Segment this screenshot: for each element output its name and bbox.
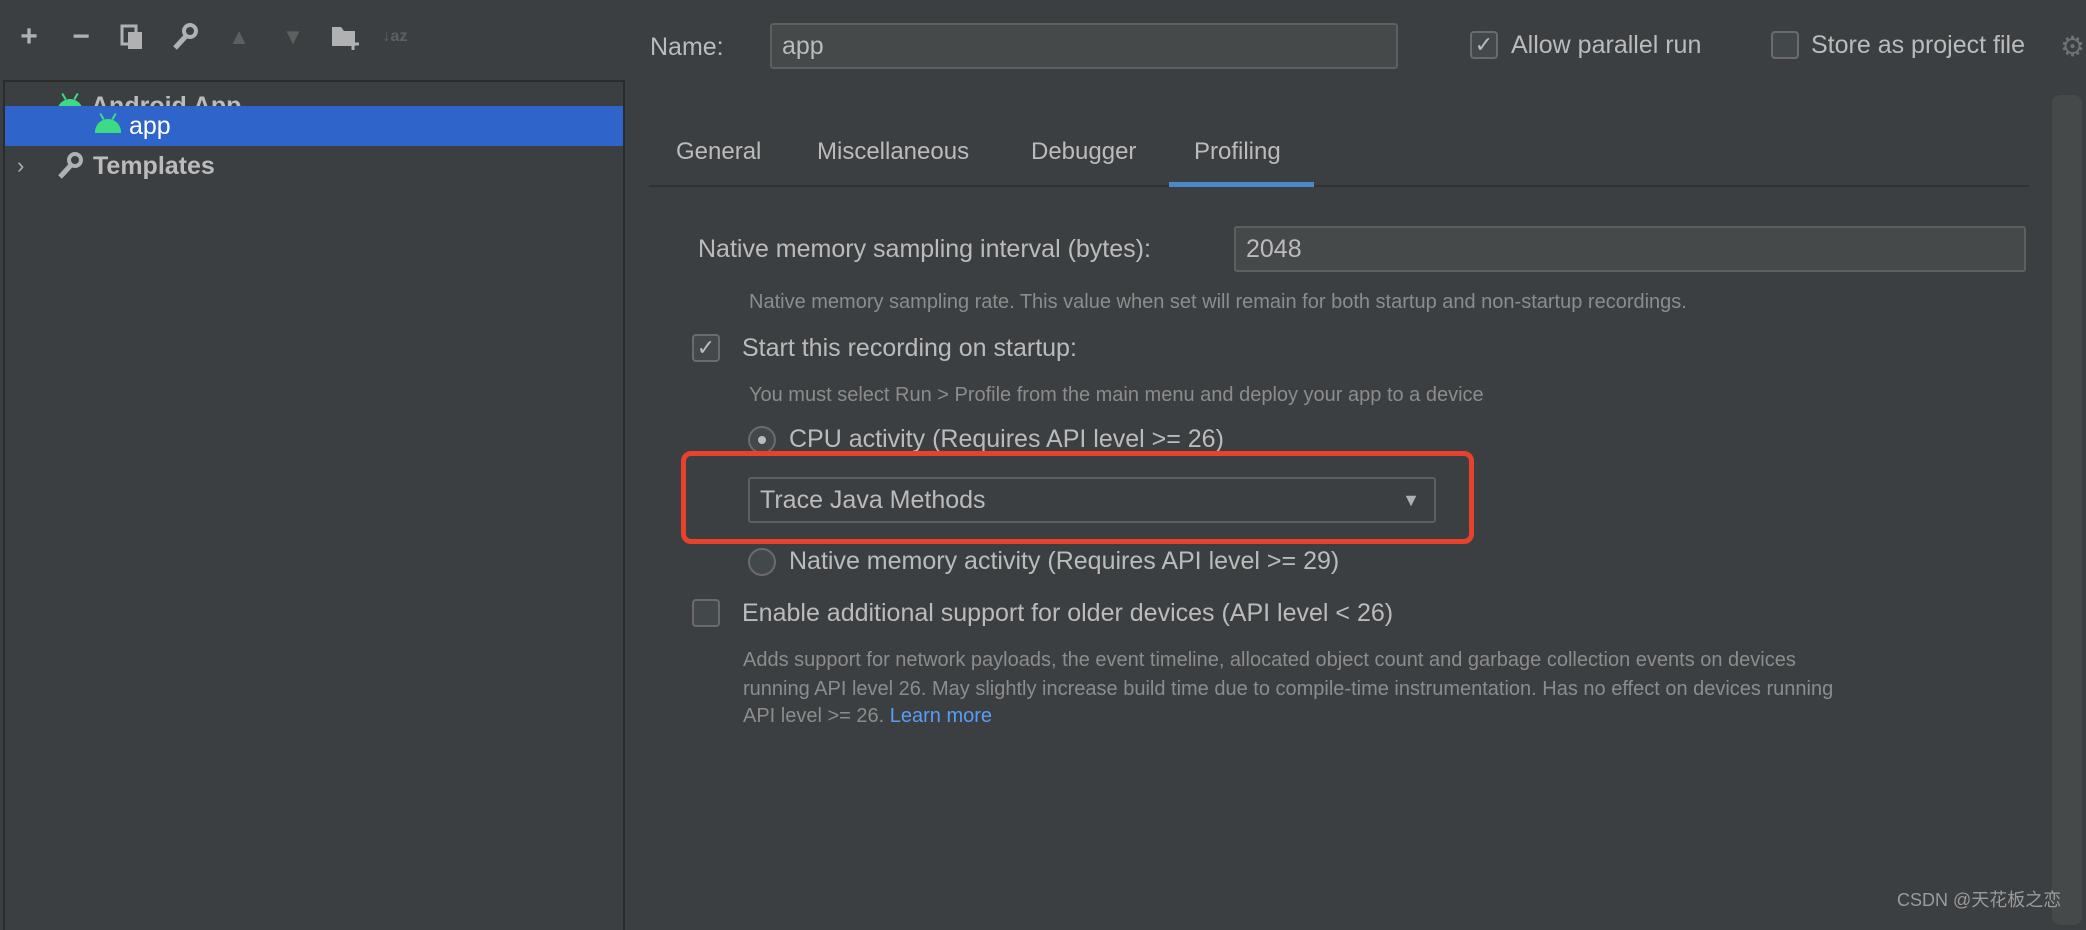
older-help-line: API level >= 26. Learn more [743,702,992,730]
store-project-label: Store as project file [1811,31,2025,59]
active-tab-indicator [1169,182,1314,187]
older-help-text: API level >= 26. [743,705,885,727]
native-interval-help: Native memory sampling rate. This value … [749,291,1687,313]
tab-profiling[interactable]: Profiling [1194,138,1281,166]
trace-method-select[interactable]: Trace Java Methods ▼ [748,477,1436,523]
tab-divider [649,185,2029,187]
tab-miscellaneous[interactable]: Miscellaneous [817,138,969,166]
cpu-activity-radio[interactable] [748,426,776,454]
startup-label: Start this recording on startup: [742,334,1077,362]
native-memory-radio[interactable] [748,548,776,576]
allow-parallel-label: Allow parallel run [1511,31,1702,59]
add-icon[interactable]: + [12,20,46,54]
cpu-activity-label: CPU activity (Requires API level >= 26) [789,425,1224,453]
older-devices-checkbox[interactable] [692,599,720,627]
sort-az-icon[interactable]: ↓az [378,20,412,54]
learn-more-link[interactable]: Learn more [890,705,992,727]
scrollbar[interactable] [2052,95,2082,925]
copy-icon[interactable] [115,20,149,54]
native-memory-label: Native memory activity (Requires API lev… [789,547,1340,575]
native-interval-input[interactable]: 2048 [1234,226,2026,272]
gear-icon[interactable]: ⚙ [2060,30,2085,63]
tree-group-templates[interactable]: › Templates [5,146,623,186]
remove-icon[interactable]: − [64,20,98,54]
wrench-icon[interactable] [168,20,202,54]
dropdown-arrow-icon: ▼ [1402,489,1420,510]
tab-debugger[interactable]: Debugger [1031,138,1136,166]
older-help-line: running API level 26. May slightly incre… [743,678,1834,700]
older-help-line: Adds support for network payloads, the e… [743,649,1796,671]
wrench-icon [58,152,83,179]
native-interval-label: Native memory sampling interval (bytes): [698,235,1151,263]
run-config-tree: ⌄ Android App app › Templates [3,80,625,930]
name-input[interactable]: app [770,23,1398,69]
tab-general[interactable]: General [676,138,761,166]
trace-method-value: Trace Java Methods [760,485,986,514]
move-up-icon[interactable]: ▲ [222,20,256,54]
chevron-right-icon[interactable]: › [17,153,24,179]
allow-parallel-checkbox[interactable]: ✓ [1470,31,1498,59]
new-folder-icon[interactable] [328,20,362,54]
android-icon [95,119,121,133]
startup-help: You must select Run > Profile from the m… [749,384,1484,406]
watermark: CSDN @天花板之恋 [1897,890,2062,910]
tree-item-label: app [129,111,171,140]
older-devices-label: Enable additional support for older devi… [742,599,1394,627]
tree-group-label: Templates [93,151,215,180]
startup-checkbox[interactable]: ✓ [692,334,720,362]
store-project-checkbox[interactable] [1771,31,1799,59]
name-label: Name: [650,33,724,61]
tree-item-app[interactable]: app [5,106,623,146]
move-down-icon[interactable]: ▼ [276,20,310,54]
